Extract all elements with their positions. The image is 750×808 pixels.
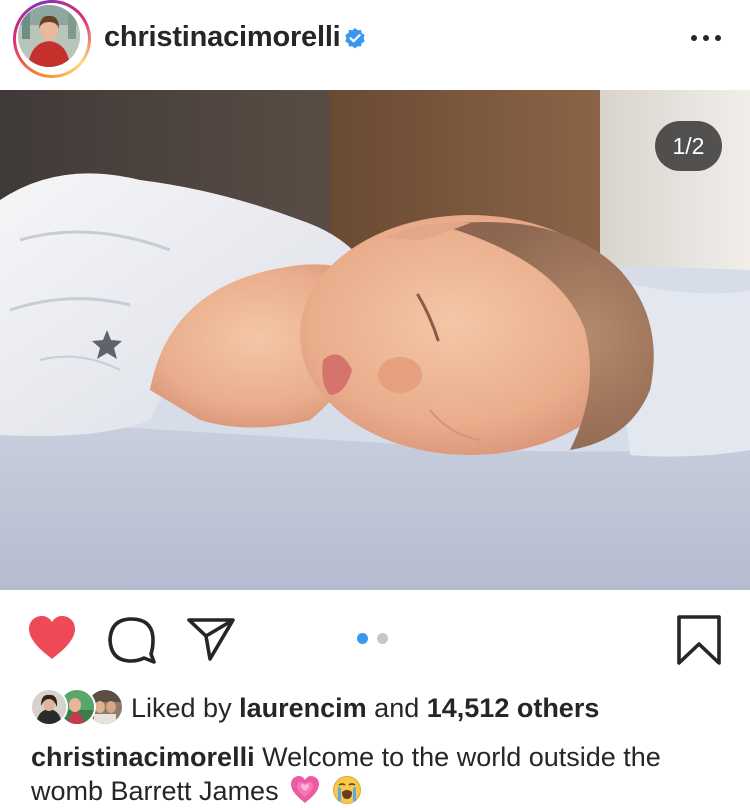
carousel-dot-active[interactable]	[357, 633, 368, 644]
paper-plane-icon[interactable]	[186, 616, 236, 662]
post-photo[interactable]	[0, 90, 750, 590]
bookmark-icon[interactable]	[676, 614, 722, 666]
liked-by-label: Liked by	[131, 693, 232, 723]
avatar-image	[18, 5, 80, 67]
verified-badge-icon	[345, 28, 365, 49]
image-counter-badge: 1/2	[655, 121, 722, 171]
likes-summary: Liked by laurencim and 14,512 others	[131, 693, 599, 724]
likes-row: Liked by laurencim and 14,512 others	[0, 680, 750, 736]
post-header: christinacimorelli	[0, 0, 750, 90]
carousel-dot[interactable]	[377, 633, 388, 644]
liker-avatars[interactable]	[30, 688, 124, 728]
growing-heart-emoji-icon	[291, 776, 320, 803]
liker-avatar	[30, 688, 68, 726]
likes-and-label: and	[374, 693, 420, 723]
more-options-icon[interactable]	[688, 26, 724, 50]
carousel-indicator	[357, 633, 397, 647]
comment-icon[interactable]	[107, 616, 157, 664]
likes-others-link[interactable]: 14,512 others	[427, 693, 600, 723]
post-caption: christinacimorelli Welcome to the world …	[31, 740, 721, 808]
profile-avatar[interactable]	[13, 0, 91, 78]
post-username[interactable]: christinacimorelli	[104, 21, 341, 54]
caption-username-link[interactable]: christinacimorelli	[31, 742, 255, 772]
liked-by-user-link[interactable]: laurencim	[239, 693, 367, 723]
action-bar	[0, 590, 750, 680]
heart-filled-icon[interactable]	[27, 615, 77, 661]
crying-face-emoji-icon	[332, 776, 361, 804]
